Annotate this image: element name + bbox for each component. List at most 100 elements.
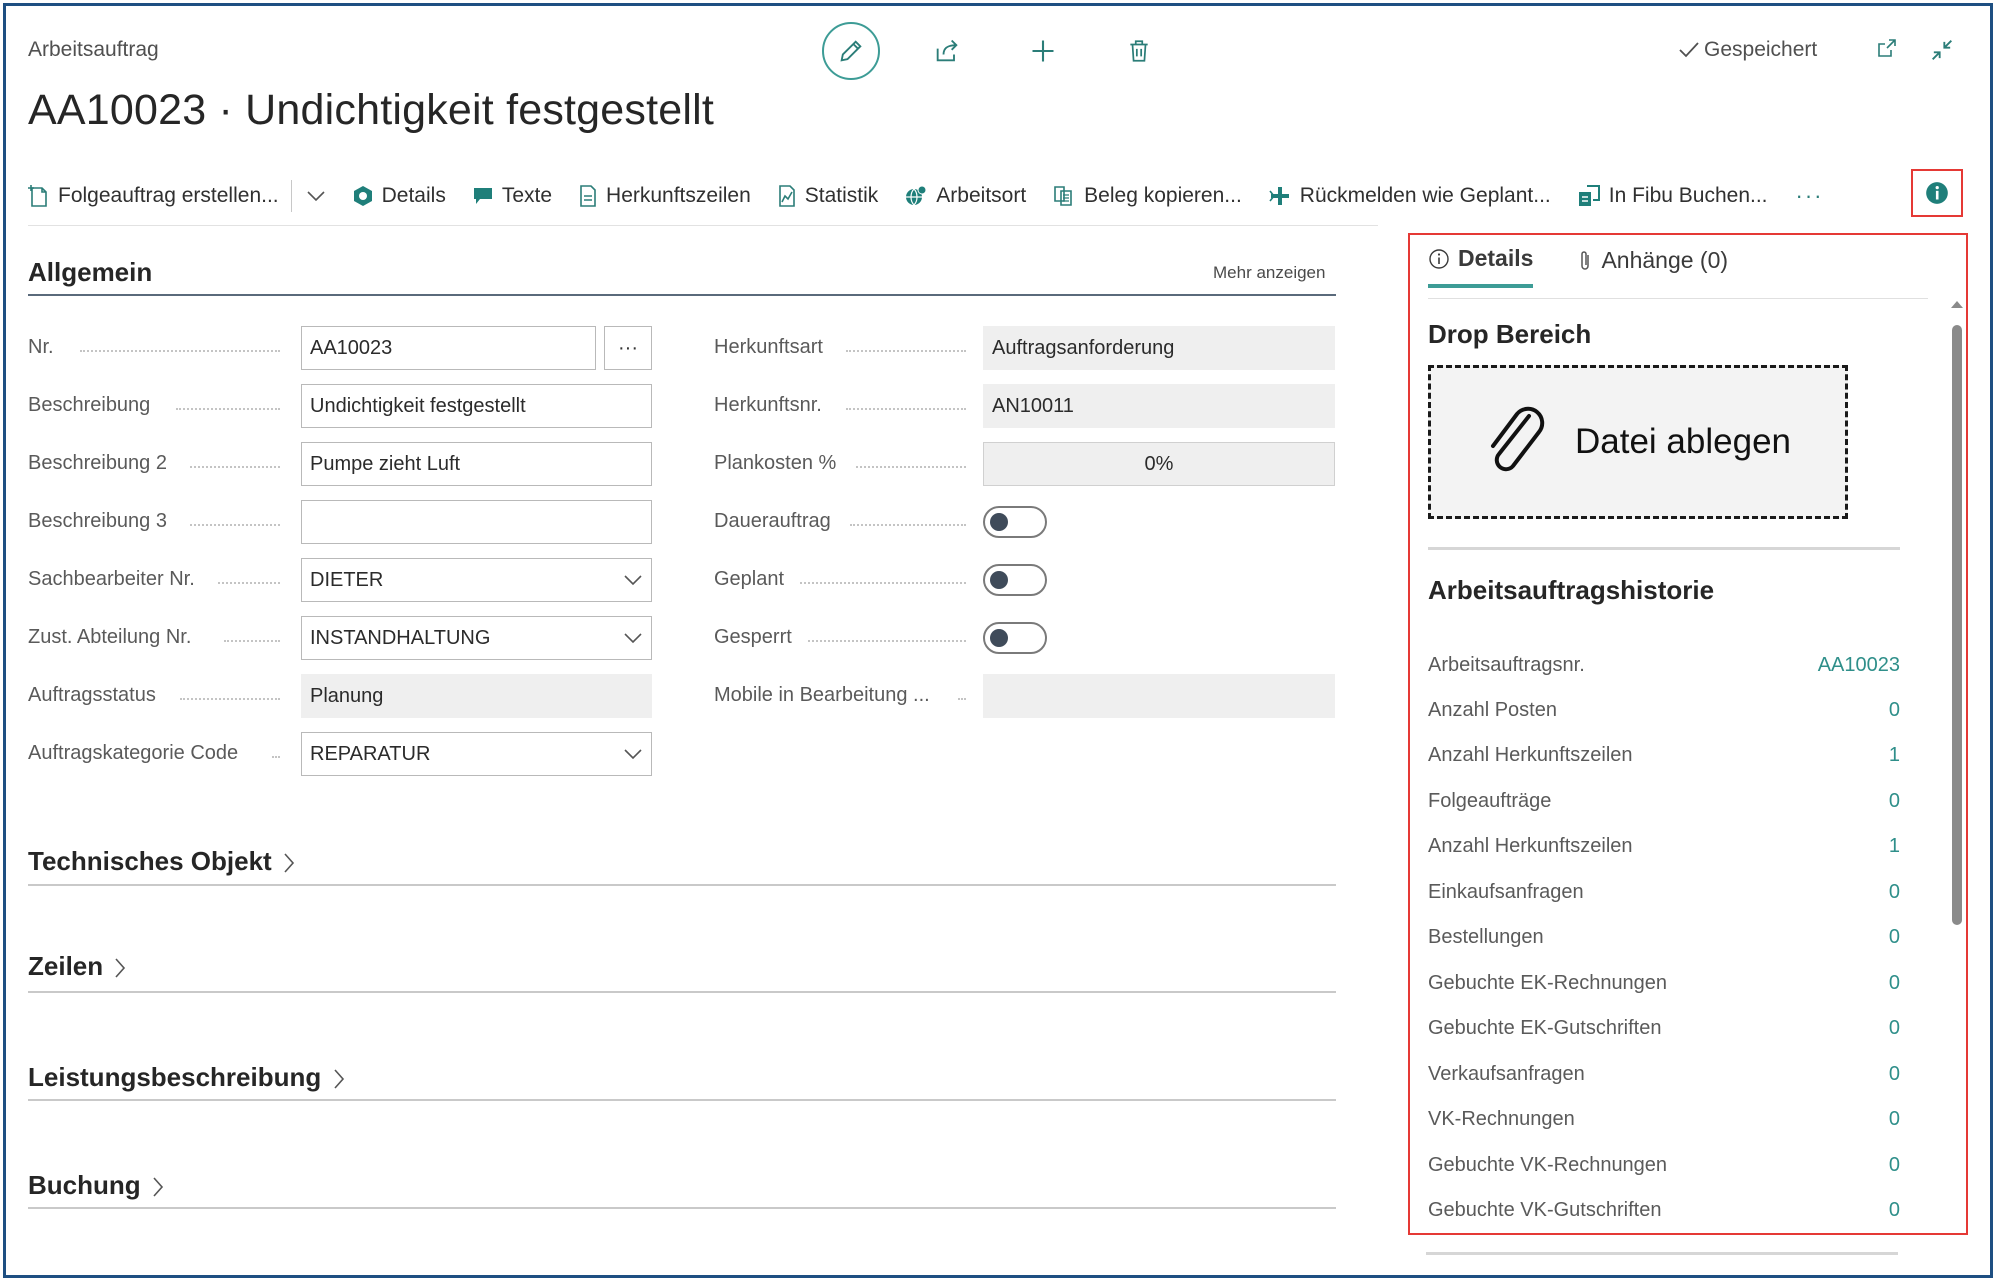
new-button[interactable] [1014,22,1072,80]
rueckmelden-action[interactable]: Rückmelden wie Geplant... [1268,184,1551,208]
texte-action[interactable]: Texte [472,184,552,208]
beschreibung2-value: Pumpe zieht Luft [310,452,461,475]
page-title: AA10023 · Undichtigkeit festgestellt [28,86,715,134]
beschreibung3-label: Beschreibung 3 [28,510,167,532]
beschreibung-field[interactable]: Undichtigkeit festgestellt [301,384,652,428]
section-divider [28,1099,1336,1101]
herkunftszeilen-action[interactable]: Herkunftszeilen [578,184,751,208]
history-value[interactable]: 0 [1889,1063,1900,1086]
history-value[interactable]: AA10023 [1818,654,1900,677]
collapse-button[interactable] [1928,36,1956,69]
history-row: Folgeaufträge 0 [1428,781,1900,821]
auftragskategorie-select[interactable]: REPARATUR [301,732,652,776]
action-separator [290,180,292,212]
section-zeilen[interactable]: Zeilen [28,951,126,982]
nr-field[interactable]: AA10023 [301,326,596,370]
delete-button[interactable] [1110,22,1168,80]
action-bar-divider [28,225,1378,226]
copy-document-icon [1054,186,1072,206]
section-technisches-objekt[interactable]: Technisches Objekt [28,846,295,877]
gesperrt-label: Gesperrt [714,626,792,648]
history-value[interactable]: 0 [1889,699,1900,722]
section-leistungsbeschreibung[interactable]: Leistungsbeschreibung [28,1062,345,1093]
sachbearbeiter-select[interactable]: DIETER [301,558,652,602]
tab-anhaenge[interactable]: Anhänge (0) [1577,245,1728,288]
geplant-toggle[interactable] [983,564,1047,596]
chevron-right-icon [153,1177,163,1197]
history-value[interactable]: 0 [1889,1199,1900,1222]
abteilung-value: INSTANDHALTUNG [310,626,491,649]
auftragsstatus-label: Auftragsstatus [28,684,156,706]
factbox-tabs: Details Anhänge (0) [1428,245,1728,288]
beschreibung2-field[interactable]: Pumpe zieht Luft [301,442,652,486]
folgeauftrag-dropdown[interactable] [306,190,326,202]
abteilung-select[interactable]: INSTANDHALTUNG [301,616,652,660]
leader-dots [808,640,966,642]
history-value[interactable]: 0 [1889,972,1900,995]
fibu-buchen-action[interactable]: In Fibu Buchen... [1577,184,1768,208]
document-lines-icon [580,185,596,207]
gesperrt-toggle[interactable] [983,622,1047,654]
leader-dots [850,524,966,526]
tab-anhaenge-label: Anhänge (0) [1601,247,1729,273]
edit-button[interactable] [822,22,880,80]
post-ledger-icon [1578,185,1600,206]
save-status: Gespeichert [1678,38,1817,62]
history-row: Gebuchte EK-Gutschriften 0 [1428,1008,1900,1048]
history-value[interactable]: 0 [1889,1108,1900,1131]
nr-label: Nr. [28,336,54,358]
nr-assist-button[interactable]: ··· [604,326,652,370]
section-allgemein-title[interactable]: Allgemein [28,257,152,288]
info-icon [1926,182,1948,204]
leader-dots [272,756,280,758]
auftragsstatus-value: Planung [310,684,384,707]
action-bar: Folgeauftrag erstellen... Details Texte … [28,172,1824,220]
show-more-link[interactable]: Mehr anzeigen [1213,263,1325,283]
history-value[interactable]: 0 [1889,881,1900,904]
section-allgemein-underline [28,294,1336,296]
history-value[interactable]: 1 [1889,744,1900,767]
history-value[interactable]: 1 [1889,835,1900,858]
section-buchung-title: Buchung [28,1170,141,1200]
tab-details[interactable]: Details [1428,245,1534,288]
scroll-up-arrow[interactable] [1951,301,1963,308]
collapse-icon [1932,40,1952,60]
scrollbar-thumb[interactable] [1952,325,1962,925]
beleg-kopieren-action[interactable]: Beleg kopieren... [1052,184,1242,208]
plus-icon [1032,40,1054,62]
history-value[interactable]: 0 [1889,1154,1900,1177]
chevron-down-icon [307,191,325,202]
details-icon [353,186,372,206]
history-value[interactable]: 0 [1889,1017,1900,1040]
share-button[interactable] [918,22,976,80]
plankosten-label: Plankosten % [714,452,837,474]
more-actions-button[interactable]: ··· [1796,183,1824,209]
details-action[interactable]: Details [352,184,446,208]
popout-icon [1878,39,1896,57]
history-value[interactable]: 0 [1889,926,1900,949]
section-buchung[interactable]: Buchung [28,1170,164,1201]
beschreibung2-label: Beschreibung 2 [28,452,167,474]
factbox-toggle-button[interactable] [1911,169,1963,217]
history-label: Anzahl Herkunftszeilen [1428,743,1633,766]
folgeauftrag-action[interactable]: Folgeauftrag erstellen... [28,184,279,208]
history-label: Einkaufsanfragen [1428,880,1584,903]
beschreibung3-field[interactable] [301,500,652,544]
section-divider [28,991,1336,993]
history-value[interactable]: 0 [1889,790,1900,813]
statistik-action[interactable]: Statistik [777,184,878,208]
drop-area-title: Drop Bereich [1428,319,1592,349]
history-row: Gebuchte EK-Rechnungen 0 [1428,963,1900,1003]
history-label: Gebuchte EK-Gutschriften [1428,1016,1662,1039]
beschreibung-label: Beschreibung [28,394,151,416]
leader-dots [800,582,966,584]
file-drop-zone[interactable]: Datei ablegen [1428,365,1848,519]
leader-dots [190,466,280,468]
arbeitsort-action[interactable]: Arbeitsort [904,184,1026,208]
dauerauftrag-toggle[interactable] [983,506,1047,538]
history-row: Bestellungen 0 [1428,917,1900,957]
history-label: Anzahl Posten [1428,698,1557,721]
open-new-window-button[interactable] [1874,36,1900,65]
history-label: Gebuchte VK-Gutschriften [1428,1198,1662,1221]
factbox-panel: Details Anhänge (0) Drop Bereich Datei a… [1408,233,1968,1235]
